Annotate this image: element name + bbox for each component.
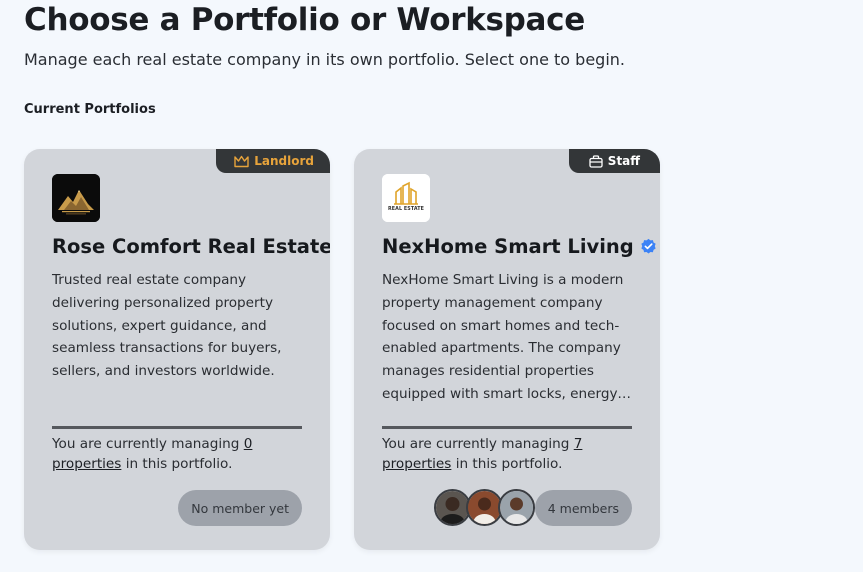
- portfolio-name-text: NexHome Smart Living: [382, 235, 634, 258]
- divider: [52, 426, 302, 429]
- member-avatars[interactable]: [434, 489, 535, 526]
- members-button[interactable]: 4 members: [534, 490, 632, 526]
- role-badge-staff: Staff: [568, 149, 660, 173]
- managing-prefix: You are currently managing: [382, 436, 574, 452]
- members-button[interactable]: No member yet: [178, 490, 302, 526]
- portfolio-description: Trusted real estate company delivering p…: [52, 272, 282, 380]
- mountain-logo-icon: [52, 174, 100, 222]
- portfolio-card-nexhome[interactable]: Staff REAL ESTATE NexHome Smart Living N…: [354, 149, 660, 550]
- role-badge-label: Landlord: [254, 154, 314, 168]
- avatar: [498, 489, 535, 526]
- managing-prefix: You are currently managing: [52, 436, 244, 452]
- portfolio-name: NexHome Smart Living: [382, 235, 657, 258]
- page-subtitle: Manage each real estate company in its o…: [24, 50, 625, 69]
- verified-badge-icon: [641, 238, 656, 254]
- portfolio-description: NexHome Smart Living is a modern propert…: [382, 272, 624, 402]
- page-title: Choose a Portfolio or Workspace: [24, 2, 585, 38]
- portfolio-name-text: Rose Comfort Real Estate: [52, 235, 330, 258]
- portfolio-card-rose-comfort[interactable]: Landlord Rose Comfort Real Estate Truste…: [24, 149, 330, 550]
- role-badge-landlord: Landlord: [216, 149, 330, 173]
- logo-text: REAL ESTATE: [387, 207, 425, 212]
- briefcase-icon: [589, 154, 603, 168]
- managing-text: You are currently managing 7 properties …: [382, 434, 632, 474]
- building-logo-icon: REAL ESTATE: [382, 174, 430, 222]
- managing-text: You are currently managing 0 properties …: [52, 434, 302, 474]
- crown-icon: [234, 155, 249, 167]
- managing-suffix: in this portfolio.: [451, 456, 563, 472]
- divider: [382, 426, 632, 429]
- role-badge-label: Staff: [607, 154, 640, 168]
- managing-suffix: in this portfolio.: [121, 456, 233, 472]
- section-label: Current Portfolios: [24, 102, 156, 117]
- portfolio-name: Rose Comfort Real Estate: [52, 235, 330, 258]
